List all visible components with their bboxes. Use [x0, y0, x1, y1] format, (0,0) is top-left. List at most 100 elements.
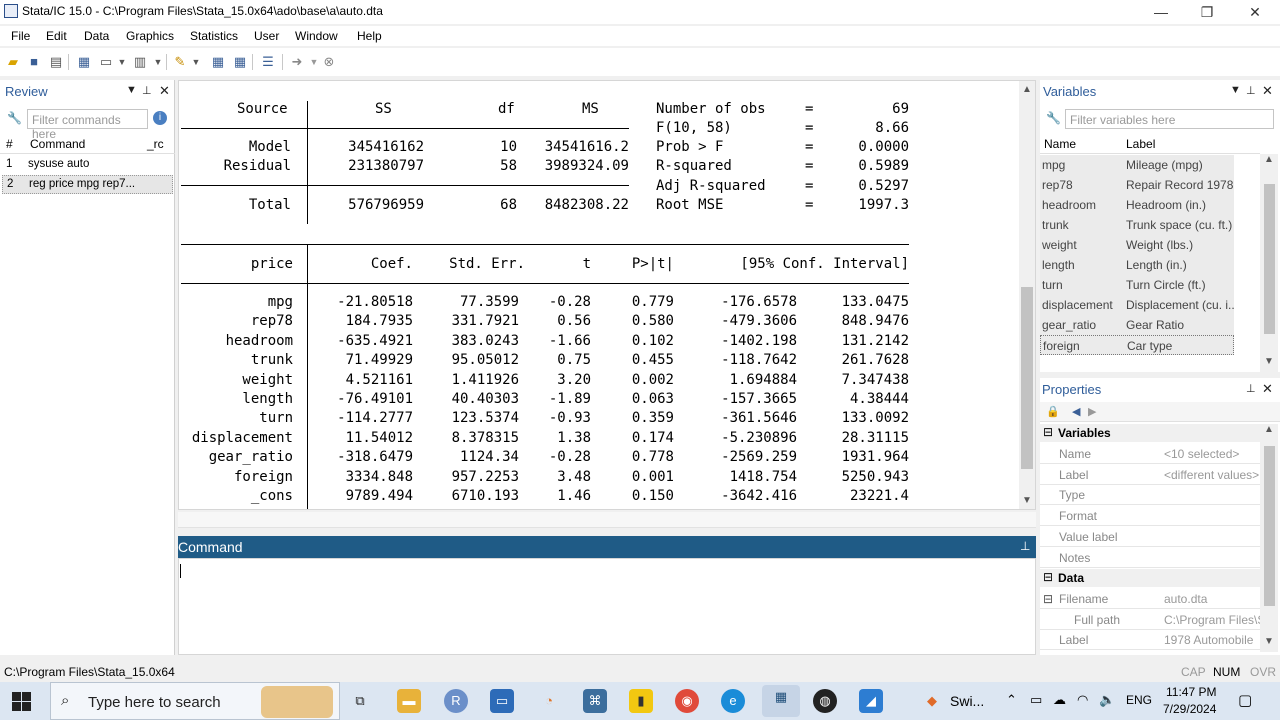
- scroll-up-icon[interactable]: ▲: [1264, 424, 1274, 435]
- results-scrollbar[interactable]: ▲ ▼: [1019, 81, 1035, 509]
- variable-row[interactable]: foreign Car type: [1040, 335, 1234, 355]
- property-row[interactable]: Format: [1040, 505, 1260, 527]
- property-row[interactable]: Name <10 selected>: [1040, 443, 1260, 464]
- lock-icon[interactable]: 🔒: [1046, 405, 1060, 418]
- maximize-button[interactable]: ❐: [1184, 0, 1230, 24]
- command-input[interactable]: [178, 558, 1036, 655]
- property-row[interactable]: Label 1978 Automobile: [1040, 629, 1260, 651]
- volume-icon[interactable]: 🔈: [1099, 692, 1115, 708]
- task-view-icon[interactable]: ⧉: [348, 689, 372, 713]
- results-hscroll[interactable]: [178, 512, 1036, 528]
- viewer-icon[interactable]: ▭: [98, 54, 114, 70]
- filter-icon[interactable]: ▼: [1230, 84, 1241, 96]
- windows-start-icon[interactable]: [12, 692, 32, 712]
- filter-icon[interactable]: ▼: [126, 84, 137, 96]
- power-bi-icon[interactable]: ▮: [629, 689, 653, 713]
- column-command[interactable]: Command: [30, 137, 85, 151]
- scroll-down-icon[interactable]: ▼: [1264, 356, 1274, 367]
- wifi-icon[interactable]: ◠: [1077, 692, 1088, 708]
- menu-graphics[interactable]: Graphics: [126, 29, 174, 43]
- scrollbar-thumb[interactable]: [1021, 287, 1033, 469]
- file-explorer-icon[interactable]: ▬: [397, 689, 421, 713]
- menu-file[interactable]: File: [11, 29, 30, 43]
- pin-icon[interactable]: ⊥: [1020, 539, 1030, 553]
- swift-icon[interactable]: ◆: [920, 689, 944, 713]
- back-arrow-icon[interactable]: ◀: [1072, 405, 1080, 418]
- chevron-up-icon[interactable]: ⌃: [1006, 692, 1017, 708]
- column-rc[interactable]: _rc: [147, 137, 164, 151]
- variable-row[interactable]: mpg Mileage (mpg): [1040, 155, 1234, 175]
- column-num[interactable]: #: [6, 137, 13, 151]
- running-app-label[interactable]: Swi...: [950, 693, 984, 709]
- obs-icon[interactable]: ◍: [813, 689, 837, 713]
- data-browser-icon[interactable]: ▦: [232, 54, 248, 70]
- language-indicator[interactable]: ENG: [1126, 693, 1152, 707]
- column-name[interactable]: Name: [1044, 137, 1076, 151]
- do-file-editor-icon[interactable]: ✎: [172, 54, 188, 70]
- menu-statistics[interactable]: Statistics: [190, 29, 238, 43]
- data-editor-icon[interactable]: ▦: [210, 54, 226, 70]
- close-icon[interactable]: ✕: [1262, 83, 1273, 99]
- pin-icon[interactable]: ⊥: [142, 84, 152, 97]
- wrench-icon[interactable]: 🔧: [1046, 111, 1061, 125]
- variable-row[interactable]: displacement Displacement (cu. i...: [1040, 295, 1234, 315]
- clock-time[interactable]: 11:47 PM: [1166, 685, 1216, 699]
- properties-scrollbar[interactable]: ▲ ▼: [1260, 424, 1278, 652]
- property-row[interactable]: Notes: [1040, 547, 1260, 568]
- review-row[interactable]: 2 reg price mpg rep7...: [2, 175, 173, 194]
- collapse-icon[interactable]: ⊟: [1043, 592, 1053, 606]
- graph-icon[interactable]: ▥: [132, 54, 148, 70]
- open-icon[interactable]: ▰: [5, 54, 21, 70]
- chevron-down-icon[interactable]: ▼: [114, 54, 130, 70]
- jupyter-icon[interactable]: ◔: [537, 689, 561, 713]
- menu-user[interactable]: User: [254, 29, 279, 43]
- property-row[interactable]: Type: [1040, 484, 1260, 506]
- network-icon[interactable]: ▭: [1030, 692, 1042, 708]
- forward-arrow-icon[interactable]: ▶: [1088, 405, 1096, 418]
- app-icon[interactable]: ◢: [859, 689, 883, 713]
- vscode-icon[interactable]: ⌘: [583, 689, 607, 713]
- property-row[interactable]: Full path C:\Program Files\S: [1040, 609, 1260, 630]
- more-icon[interactable]: ➜: [289, 54, 305, 70]
- review-filter-input[interactable]: Filter commands here: [27, 109, 148, 141]
- notification-icon[interactable]: ▢: [1238, 691, 1252, 709]
- properties-variables-section[interactable]: ⊟ Variables: [1040, 424, 1260, 442]
- variables-scrollbar[interactable]: ▲ ▼: [1260, 154, 1278, 372]
- menu-window[interactable]: Window: [295, 29, 338, 43]
- close-icon[interactable]: ✕: [159, 83, 170, 99]
- collapse-icon[interactable]: ⊟: [1043, 570, 1053, 584]
- column-label[interactable]: Label: [1126, 137, 1155, 151]
- variable-row[interactable]: trunk Trunk space (cu. ft.): [1040, 215, 1234, 235]
- variable-row[interactable]: headroom Headroom (in.): [1040, 195, 1234, 215]
- scroll-down-icon[interactable]: ▼: [1022, 495, 1032, 506]
- save-icon[interactable]: ■: [26, 54, 42, 70]
- collapse-icon[interactable]: ⊟: [1043, 425, 1053, 439]
- properties-data-section[interactable]: ⊟ Data: [1040, 569, 1260, 587]
- chrome-icon[interactable]: ◉: [675, 689, 699, 713]
- pin-icon[interactable]: ⊥: [1246, 84, 1256, 97]
- stata-taskbar-icon[interactable]: ▦: [762, 685, 800, 717]
- scroll-up-icon[interactable]: ▲: [1264, 154, 1274, 165]
- variable-row[interactable]: weight Weight (lbs.): [1040, 235, 1234, 255]
- log-icon[interactable]: ▦: [76, 54, 92, 70]
- edge-icon[interactable]: e: [721, 689, 745, 713]
- close-icon[interactable]: ✕: [1262, 381, 1273, 397]
- chevron-down-icon[interactable]: ▼: [188, 54, 204, 70]
- menu-data[interactable]: Data: [84, 29, 109, 43]
- property-row[interactable]: Value label: [1040, 526, 1260, 547]
- variables-manager-icon[interactable]: ☰: [260, 54, 276, 70]
- menu-edit[interactable]: Edit: [46, 29, 67, 43]
- review-row[interactable]: 1 sysuse auto: [0, 155, 172, 175]
- scroll-up-icon[interactable]: ▲: [1022, 84, 1032, 95]
- menu-help[interactable]: Help: [357, 29, 382, 43]
- cloud-icon[interactable]: ☁: [1053, 692, 1066, 708]
- scrollbar-thumb[interactable]: [1264, 184, 1275, 334]
- minimize-button[interactable]: —: [1138, 0, 1184, 24]
- variable-row[interactable]: length Length (in.): [1040, 255, 1234, 275]
- variable-row[interactable]: rep78 Repair Record 1978: [1040, 175, 1234, 195]
- print-icon[interactable]: ▤: [48, 54, 64, 70]
- pin-icon[interactable]: ⊥: [1246, 382, 1256, 395]
- scroll-down-icon[interactable]: ▼: [1264, 636, 1274, 647]
- app-icon[interactable]: ▭: [490, 689, 514, 713]
- property-row[interactable]: Filename auto.dta ⊟: [1040, 588, 1260, 609]
